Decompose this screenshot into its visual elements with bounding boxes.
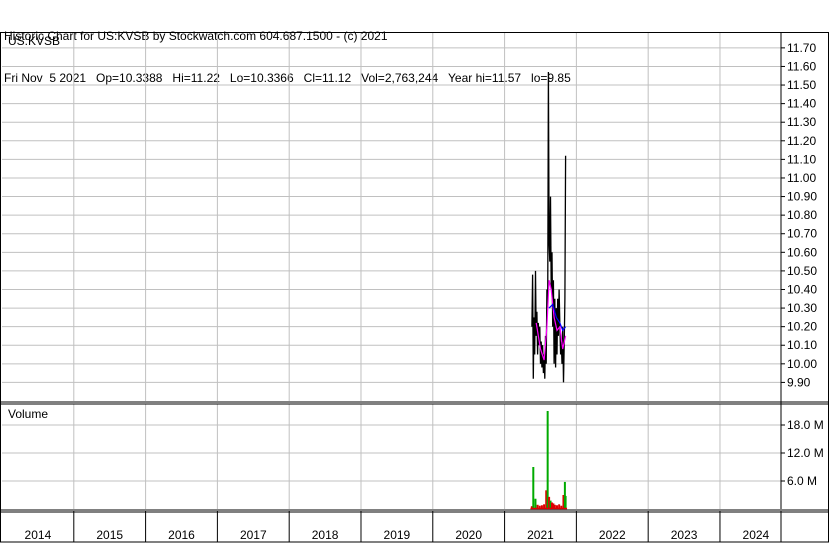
- volume-bar: [564, 495, 567, 509]
- price-plot: [531, 71, 567, 383]
- price-tick-label: 11.00: [787, 171, 816, 185]
- x-tick-label: 2014: [25, 528, 52, 542]
- price-tick-label: 10.80: [787, 208, 817, 222]
- price-tick-label: 10.00: [787, 357, 817, 371]
- x-tick-label: 2016: [168, 528, 195, 542]
- outer-border: [0, 32, 829, 543]
- symbol-label: US:KVSB: [8, 34, 60, 48]
- x-tick-label: 2024: [743, 528, 770, 542]
- volume-tick-label: 12.0 M: [787, 446, 824, 460]
- price-volume-chart: US:KVSB Volume 2014 2015 2016 2017 2018 2019 2…: [0, 32, 829, 543]
- volume-bar: [534, 498, 537, 509]
- price-tick-label: 11.30: [787, 115, 816, 129]
- x-tick-label: 2021: [527, 528, 554, 542]
- price-tick-label: 11.20: [787, 134, 816, 148]
- price-tick-label: 11.50: [787, 78, 816, 92]
- price-tick-label: 11.10: [787, 152, 816, 166]
- price-tick-label: 10.40: [787, 282, 817, 296]
- x-tick-label: 2018: [312, 528, 339, 542]
- x-tick-label: 2020: [455, 528, 482, 542]
- price-tick-label: 10.90: [787, 190, 817, 204]
- price-tick-label: 11.60: [787, 59, 816, 73]
- price-tick-label: 11.70: [787, 41, 816, 55]
- x-tick-label: 2023: [671, 528, 698, 542]
- chart-frame: [0, 32, 829, 543]
- price-tick-label: 10.70: [787, 227, 817, 241]
- volume-tick-label: 18.0 M: [787, 418, 824, 432]
- x-tick-label: 2019: [384, 528, 411, 542]
- volume-tick-label: 6.0 M: [787, 474, 817, 488]
- volume-label: Volume: [8, 407, 48, 421]
- volume-plot: [530, 411, 568, 510]
- axis-labels: US:KVSB Volume 2014 2015 2016 2017 2018 2019 2…: [8, 34, 824, 542]
- price-tick-label: 10.50: [787, 264, 817, 278]
- price-tick-label: 10.10: [787, 338, 817, 352]
- price-tick-label: 11.40: [787, 97, 816, 111]
- volume-bar: [532, 467, 535, 509]
- price-tick-label: 9.90: [787, 375, 811, 389]
- x-tick-label: 2017: [240, 528, 267, 542]
- grid-lines: [2, 33, 781, 509]
- price-tick-label: 10.30: [787, 301, 817, 315]
- x-tick-label: 2015: [96, 528, 123, 542]
- price-tick-label: 10.60: [787, 245, 817, 259]
- price-tick-label: 10.20: [787, 320, 817, 334]
- volume-bar: [546, 411, 549, 509]
- x-tick-label: 2022: [599, 528, 626, 542]
